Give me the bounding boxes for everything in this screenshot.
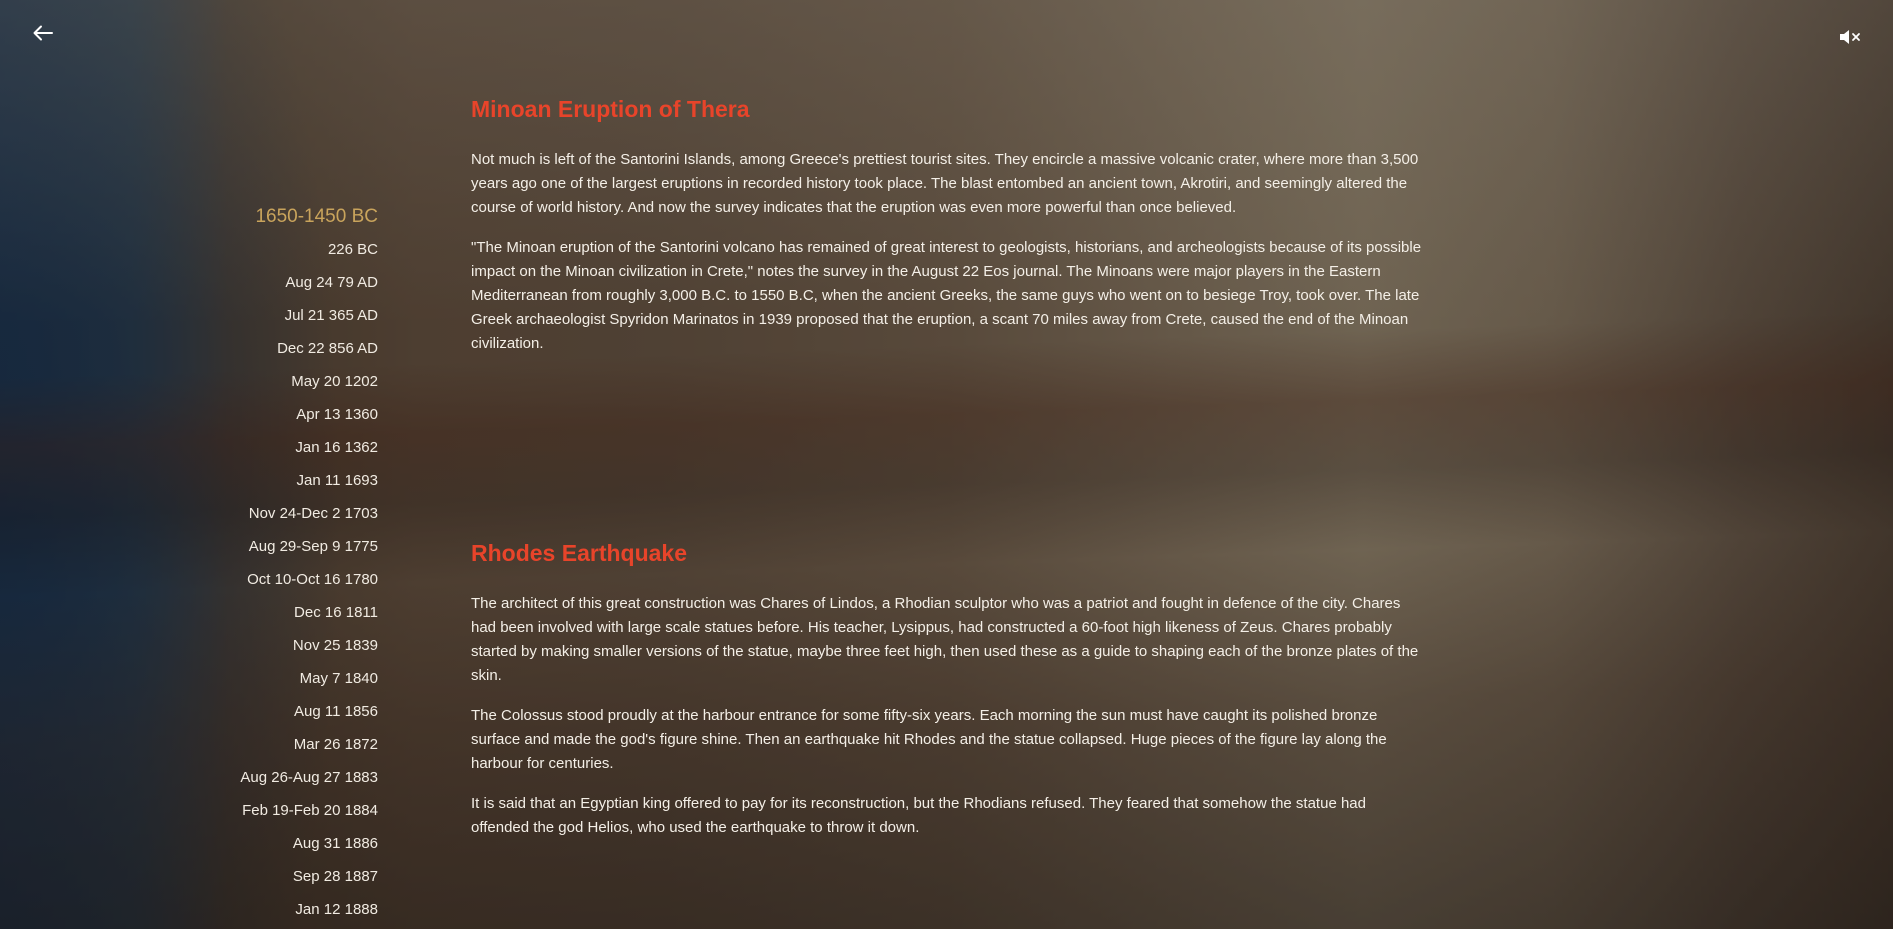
timeline-item[interactable]: Apr 13 1360 [240,398,378,431]
section-rhodes-earthquake: Rhodes Earthquake The architect of this … [471,540,1426,856]
timeline-nav: 1650-1450 BC 226 BC Aug 24 79 AD Jul 21 … [240,200,378,926]
speaker-muted-icon [1840,30,1860,44]
section-title: Rhodes Earthquake [471,540,687,566]
timeline-item[interactable]: Feb 19-Feb 20 1884 [240,794,378,827]
arrow-left-icon [33,25,53,41]
timeline-item[interactable]: 226 BC [240,233,378,266]
back-button[interactable] [28,20,58,46]
timeline-item[interactable]: Aug 26-Aug 27 1883 [240,761,378,794]
section-paragraph: Not much is left of the Santorini Island… [471,151,1419,216]
section-minoan-eruption: Minoan Eruption of Thera Not much is lef… [471,96,1426,372]
mute-button[interactable] [1835,24,1865,50]
timeline-item[interactable]: Nov 25 1839 [240,629,378,662]
timeline-item[interactable]: Sep 28 1887 [240,860,378,893]
timeline-item-active[interactable]: 1650-1450 BC [240,200,378,233]
timeline-item[interactable]: Dec 22 856 AD [240,332,378,365]
timeline-item[interactable]: Aug 24 79 AD [240,266,378,299]
section-paragraph: "The Minoan eruption of the Santorini vo… [471,239,1422,352]
timeline-item[interactable]: Jul 21 365 AD [240,299,378,332]
timeline-item[interactable]: Mar 26 1872 [240,728,378,761]
timeline-item[interactable]: Nov 24-Dec 2 1703 [240,497,378,530]
timeline-item[interactable]: Jan 16 1362 [240,431,378,464]
section-paragraph: The architect of this great construction… [471,595,1419,684]
timeline-item[interactable]: Aug 11 1856 [240,695,378,728]
timeline-item[interactable]: Aug 31 1886 [240,827,378,860]
section-title: Minoan Eruption of Thera [471,96,750,122]
timeline-item[interactable]: Jan 12 1888 [240,893,378,926]
section-paragraph: It is said that an Egyptian king offered… [471,795,1366,836]
timeline-item[interactable]: Dec 16 1811 [240,596,378,629]
timeline-item[interactable]: May 7 1840 [240,662,378,695]
timeline-item[interactable]: May 20 1202 [240,365,378,398]
timeline-item[interactable]: Oct 10-Oct 16 1780 [240,563,378,596]
section-paragraph: The Colossus stood proudly at the harbou… [471,707,1387,772]
timeline-item[interactable]: Aug 29-Sep 9 1775 [240,530,378,563]
timeline-item[interactable]: Jan 11 1693 [240,464,378,497]
